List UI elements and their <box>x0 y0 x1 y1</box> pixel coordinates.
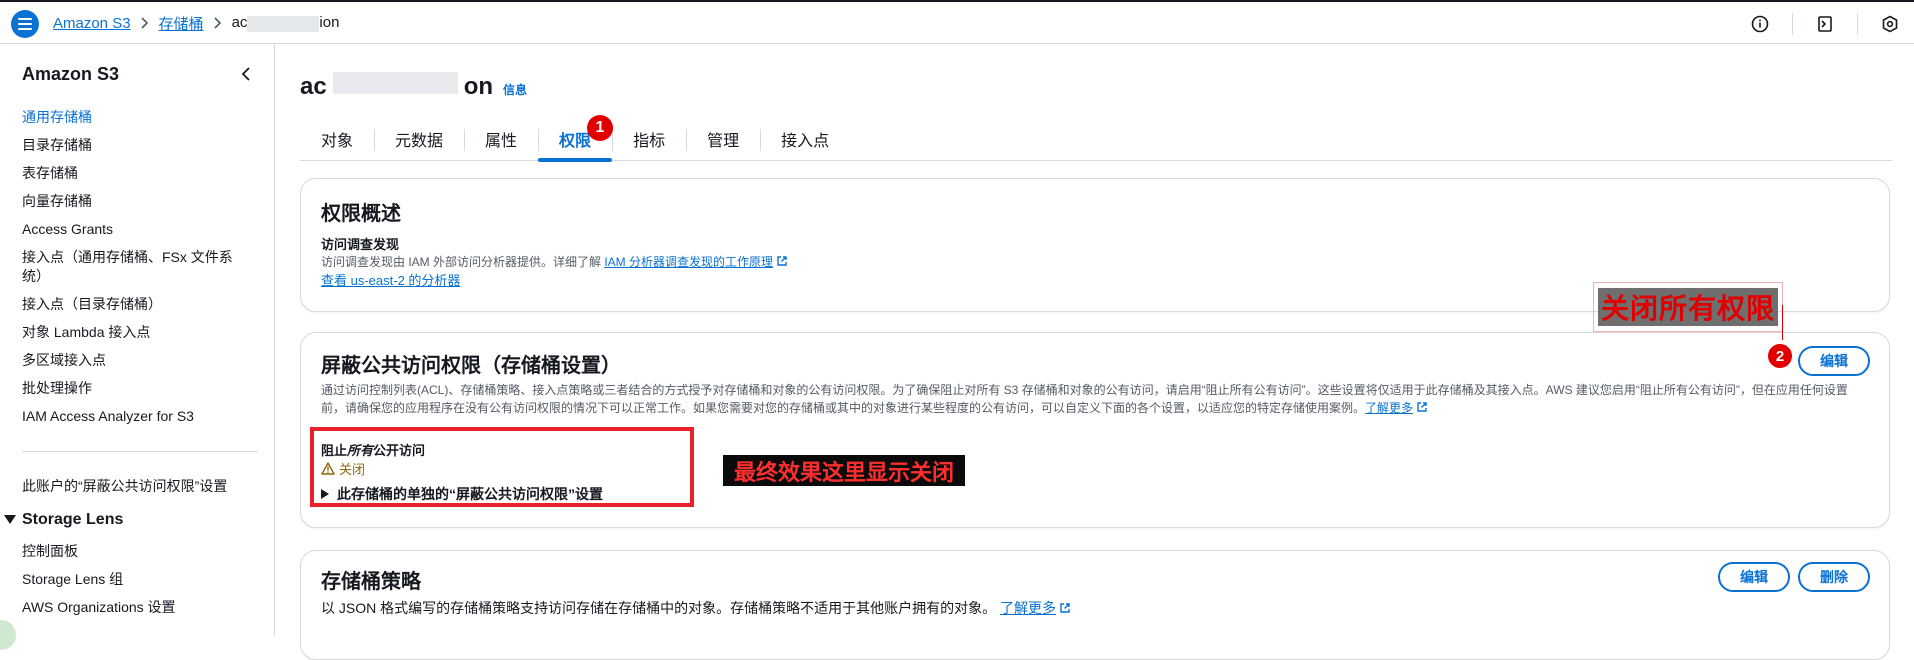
tab-objects[interactable]: 对象 <box>300 118 374 160</box>
description-line-2-text: 前，请确保您的应用程序在没有公有访问权限的情况下可以正常工作。如果您需要对您的存… <box>321 401 1366 415</box>
sidebar-item-directory-buckets[interactable]: 目录存储桶 <box>22 136 262 155</box>
sidebar-item-access-points-directory[interactable]: 接入点（目录存储桶） <box>22 295 262 314</box>
breadcrumb-amazon-s3[interactable]: Amazon S3 <box>53 15 131 32</box>
sidebar-item-organizations-settings[interactable]: AWS Organizations 设置 <box>22 598 176 617</box>
tab-metadata[interactable]: 元数据 <box>374 118 464 160</box>
sidebar-item-iam-access-analyzer[interactable]: IAM Access Analyzer for S3 <box>22 407 262 426</box>
bucket-policy-card: 存储桶策略 以 JSON 格式编写的存储桶策略支持访问存储在存储桶中的对象。存储… <box>300 550 1890 660</box>
breadcrumb-current-bucket: ac ion <box>231 14 340 32</box>
sidebar-item-access-points-general[interactable]: 接入点（通用存储桶、FSx 文件系统） <box>22 248 234 286</box>
annotation-highlight-frame <box>310 427 694 507</box>
sidebar-item-general-buckets[interactable]: 通用存储桶 <box>22 108 262 127</box>
external-link-icon <box>777 256 787 266</box>
menu-button[interactable] <box>11 10 39 38</box>
block-public-access-title: 屏蔽公共访问权限（存储桶设置） <box>321 355 621 377</box>
access-findings-description: 访问调查发现由 IAM 外部访问分析器提供。详细了解 IAM 分析器调查发现的工… <box>321 253 788 271</box>
bucket-policy-learn-more-link[interactable]: 了解更多 <box>1000 600 1056 616</box>
sidebar-item-object-lambda[interactable]: 对象 Lambda 接入点 <box>22 323 262 342</box>
tab-access-points[interactable]: 接入点 <box>760 118 850 160</box>
caret-down-icon <box>4 515 16 524</box>
bucket-policy-description: 以 JSON 格式编写的存储桶策略支持访问存储在存储桶中的对象。存储桶策略不适用… <box>321 599 1071 617</box>
view-analyzer-container: 查看 us-east-2 的分析器 <box>321 272 460 290</box>
access-findings-heading: 访问调查发现 <box>321 237 400 252</box>
permissions-overview-title: 权限概述 <box>321 203 401 225</box>
storage-lens-title: Storage Lens <box>22 511 124 528</box>
divider <box>1857 13 1858 35</box>
sidebar-item-dashboards[interactable]: 控制面板 <box>22 542 176 561</box>
sidebar-item-vector-buckets[interactable]: 向量存储桶 <box>22 192 262 211</box>
page-title: ac on 信息 <box>300 72 527 101</box>
info-link[interactable]: 信息 <box>503 81 527 98</box>
hamburger-icon <box>18 18 32 30</box>
sidebar-item-account-block-public-access[interactable]: 此账户的“屏蔽公共访问权限”设置 <box>22 476 227 496</box>
tab-management[interactable]: 管理 <box>686 118 760 160</box>
tab-properties[interactable]: 属性 <box>464 118 538 160</box>
title-prefix: ac <box>300 73 327 100</box>
sidebar-nav: 通用存储桶 目录存储桶 表存储桶 向量存储桶 Access Grants 接入点… <box>22 108 262 435</box>
redacted-text <box>332 72 458 94</box>
divider <box>22 451 258 452</box>
delete-bucket-policy-button[interactable]: 删除 <box>1798 562 1870 592</box>
settings-icon[interactable] <box>1880 14 1900 34</box>
sidebar-item-table-buckets[interactable]: 表存储桶 <box>22 164 262 183</box>
learn-more-link[interactable]: 了解更多 <box>1365 401 1413 415</box>
storage-lens-nav: 控制面板 Storage Lens 组 AWS Organizations 设置 <box>22 542 176 626</box>
bucket-policy-text: 以 JSON 格式编写的存储桶策略支持访问存储在存储桶中的对象。存储桶策略不适用… <box>321 600 997 616</box>
chevron-right-icon <box>140 17 149 29</box>
title-suffix: on <box>463 73 494 100</box>
bucket-policy-title: 存储桶策略 <box>321 571 421 593</box>
breadcrumb: Amazon S3 存储桶 ac ion <box>53 2 339 44</box>
breadcrumb-buckets[interactable]: 存储桶 <box>159 13 204 34</box>
bucket-name-suffix: ion <box>319 14 340 32</box>
tab-metrics[interactable]: 指标 <box>612 118 686 160</box>
edit-bucket-policy-button[interactable]: 编辑 <box>1718 562 1790 592</box>
iam-analyzer-link[interactable]: IAM 分析器调查发现的工作原理 <box>604 255 773 269</box>
floating-widget[interactable] <box>0 620 16 650</box>
description-line-2: 前，请确保您的应用程序在没有公有访问权限的情况下可以正常工作。如果您需要对您的存… <box>321 399 1881 417</box>
edit-block-public-access-button[interactable]: 编辑 <box>1798 346 1870 376</box>
redacted-text <box>247 15 320 32</box>
annotation-close-all: 关闭所有权限 <box>1598 288 1778 326</box>
step-badge-2: 2 <box>1768 344 1792 368</box>
tab-bar: 对象 元数据 属性 权限 指标 管理 接入点 <box>300 118 1892 162</box>
bucket-name-prefix: ac <box>231 14 248 32</box>
description-line-1: 通过访问控制列表(ACL)、存储桶策略、接入点策略或三者结合的方式授予对存储桶和… <box>321 383 1848 397</box>
sidebar: Amazon S3 通用存储桶 目录存储桶 表存储桶 向量存储桶 Access … <box>0 44 275 650</box>
annotation-final-effect: 最终效果这里显示关闭 <box>723 455 965 486</box>
collapse-sidebar-button[interactable] <box>236 64 256 84</box>
chevron-left-icon <box>241 67 250 81</box>
chevron-right-icon <box>213 17 222 29</box>
external-link-icon <box>1417 402 1427 412</box>
block-public-access-description: 通过访问控制列表(ACL)、存储桶策略、接入点策略或三者结合的方式授予对存储桶和… <box>321 381 1881 417</box>
sidebar-item-multi-region[interactable]: 多区域接入点 <box>22 351 262 370</box>
storage-lens-section-toggle[interactable]: Storage Lens <box>4 511 123 529</box>
divider <box>1792 13 1793 35</box>
top-navigation-bar: Amazon S3 存储桶 ac ion <box>0 0 1914 44</box>
sidebar-item-storage-lens-groups[interactable]: Storage Lens 组 <box>22 570 176 589</box>
step-badge-1: 1 <box>587 115 613 141</box>
annotation-connector <box>1782 305 1783 340</box>
notebook-icon[interactable] <box>1815 14 1835 34</box>
info-icon[interactable] <box>1750 14 1770 34</box>
sidebar-item-access-grants[interactable]: Access Grants <box>22 220 262 239</box>
sidebar-item-batch-operations[interactable]: 批处理操作 <box>22 379 262 398</box>
view-analyzer-link[interactable]: 查看 us-east-2 的分析器 <box>321 273 460 288</box>
access-findings-text: 访问调查发现由 IAM 外部访问分析器提供。详细了解 <box>321 255 605 269</box>
top-utility-icons <box>1750 13 1900 35</box>
external-link-icon <box>1060 603 1070 613</box>
sidebar-title: Amazon S3 <box>22 64 120 84</box>
